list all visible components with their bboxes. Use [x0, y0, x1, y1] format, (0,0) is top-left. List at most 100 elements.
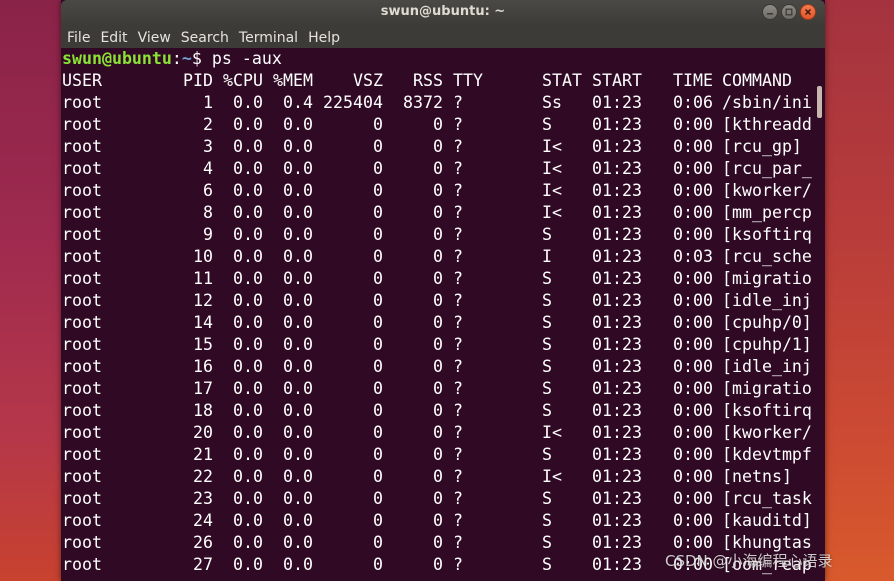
- cell-mem: 0.0: [283, 335, 313, 354]
- cell-vsz: 0: [373, 511, 383, 530]
- cell-time: 0:06: [673, 93, 713, 112]
- cell-rss: 0: [433, 313, 443, 332]
- menu-help[interactable]: Help: [303, 26, 345, 50]
- cell-user: root: [62, 269, 102, 288]
- cell-vsz: 0: [373, 203, 383, 222]
- header-user: USER: [62, 71, 102, 90]
- cell-command: [migratio: [722, 269, 812, 288]
- cell-mem: 0.0: [283, 291, 313, 310]
- cell-stat: I<: [542, 423, 562, 442]
- cell-time: 0:00: [673, 291, 713, 310]
- cell-time: 0:00: [673, 511, 713, 530]
- minimize-button[interactable]: [762, 4, 778, 20]
- window-controls: [762, 4, 816, 22]
- cell-pid: 8: [203, 203, 213, 222]
- menu-search[interactable]: Search: [176, 26, 234, 50]
- cell-tty: ?: [453, 445, 463, 464]
- table-row: root 11 0.0 0.0 0 0? S 01:23 0:00 [migratio: [61, 268, 825, 290]
- cell-mem: 0.0: [283, 203, 313, 222]
- cell-stat: S: [542, 225, 552, 244]
- cell-pid: 15: [193, 335, 213, 354]
- header-pid: PID: [183, 71, 213, 90]
- cell-pid: 24: [193, 511, 213, 530]
- cell-command: [kworker/: [722, 423, 812, 442]
- cell-stat: Ss: [542, 93, 562, 112]
- header-stat: STAT: [542, 71, 582, 90]
- cell-pid: 22: [193, 467, 213, 486]
- cell-cpu: 0.0: [233, 291, 263, 310]
- cell-mem: 0.0: [283, 181, 313, 200]
- cell-user: root: [62, 93, 102, 112]
- cell-rss: 0: [433, 379, 443, 398]
- cell-vsz: 0: [373, 555, 383, 574]
- menu-terminal[interactable]: Terminal: [234, 26, 303, 50]
- title-bar[interactable]: swun@ubuntu: ~: [61, 0, 825, 26]
- menu-edit[interactable]: Edit: [95, 26, 132, 50]
- cell-command: [migratio: [722, 379, 812, 398]
- cell-vsz: 0: [373, 291, 383, 310]
- cell-rss: 0: [433, 203, 443, 222]
- cell-pid: 20: [193, 423, 213, 442]
- cell-rss: 0: [433, 533, 443, 552]
- table-row: root 4 0.0 0.0 0 0? I< 01:23 0:00 [rcu_par_: [61, 158, 825, 180]
- cell-start: 01:23: [592, 555, 642, 574]
- cell-pid: 3: [203, 137, 213, 156]
- cell-rss: 0: [433, 335, 443, 354]
- cell-mem: 0.0: [283, 225, 313, 244]
- cell-tty: ?: [453, 137, 463, 156]
- cell-cpu: 0.0: [233, 225, 263, 244]
- cell-tty: ?: [453, 511, 463, 530]
- cell-pid: 26: [193, 533, 213, 552]
- header-tty: TTY: [453, 71, 483, 90]
- table-row: root 23 0.0 0.0 0 0? S 01:23 0:00 [rcu_task: [61, 488, 825, 510]
- cell-time: 0:00: [673, 379, 713, 398]
- terminal-output[interactable]: swun@ubuntu:~$ ps -aux USER PID %CPU %ME…: [61, 48, 825, 581]
- cell-time: 0:00: [673, 423, 713, 442]
- cell-start: 01:23: [592, 511, 642, 530]
- cell-time: 0:00: [673, 137, 713, 156]
- cell-mem: 0.0: [283, 467, 313, 486]
- table-row: root 17 0.0 0.0 0 0? S 01:23 0:00 [migratio: [61, 378, 825, 400]
- cell-vsz: 0: [373, 379, 383, 398]
- window-title: swun@ubuntu: ~: [380, 4, 506, 19]
- cell-cpu: 0.0: [233, 115, 263, 134]
- cell-start: 01:23: [592, 291, 642, 310]
- cell-mem: 0.0: [283, 269, 313, 288]
- prompt-line: swun@ubuntu:~$ ps -aux: [61, 48, 825, 70]
- cell-rss: 0: [433, 247, 443, 266]
- header-rss: RSS: [413, 71, 443, 90]
- maximize-button[interactable]: [781, 4, 797, 20]
- cell-tty: ?: [453, 533, 463, 552]
- close-button[interactable]: [800, 4, 816, 20]
- cell-time: 0:00: [673, 225, 713, 244]
- cell-rss: 0: [433, 401, 443, 420]
- cell-cpu: 0.0: [233, 269, 263, 288]
- cell-command: [kdevtmpf: [722, 445, 812, 464]
- table-row: root 1 0.0 0.4 225404 8372? Ss 01:23 0:06/sbin/i…: [61, 92, 825, 114]
- cell-rss: 0: [433, 225, 443, 244]
- cell-mem: 0.0: [283, 357, 313, 376]
- header-vsz: VSZ: [353, 71, 383, 90]
- cell-time: 0:00: [673, 203, 713, 222]
- cell-vsz: 0: [373, 423, 383, 442]
- cell-tty: ?: [453, 269, 463, 288]
- table-row: root 20 0.0 0.0 0 0? I< 01:23 0:00 [kworker/: [61, 422, 825, 444]
- terminal-scrollbar[interactable]: [817, 86, 822, 118]
- desktop-background-right: [825, 0, 894, 581]
- cell-start: 01:23: [592, 423, 642, 442]
- table-row: root 9 0.0 0.0 0 0? S 01:23 0:00 [ksoftirq: [61, 224, 825, 246]
- cell-tty: ?: [453, 357, 463, 376]
- cell-rss: 0: [433, 181, 443, 200]
- menu-bar: File Edit View Search Terminal Help: [61, 26, 825, 50]
- cell-mem: 0.0: [283, 511, 313, 530]
- menu-view[interactable]: View: [133, 26, 176, 50]
- cell-stat: S: [542, 357, 552, 376]
- cell-stat: S: [542, 115, 552, 134]
- cell-stat: S: [542, 313, 552, 332]
- maximize-icon: [785, 8, 793, 16]
- cell-pid: 12: [193, 291, 213, 310]
- menu-file[interactable]: File: [61, 26, 95, 50]
- header-command: COMMAND: [722, 71, 792, 90]
- cell-start: 01:23: [592, 335, 642, 354]
- cell-pid: 2: [203, 115, 213, 134]
